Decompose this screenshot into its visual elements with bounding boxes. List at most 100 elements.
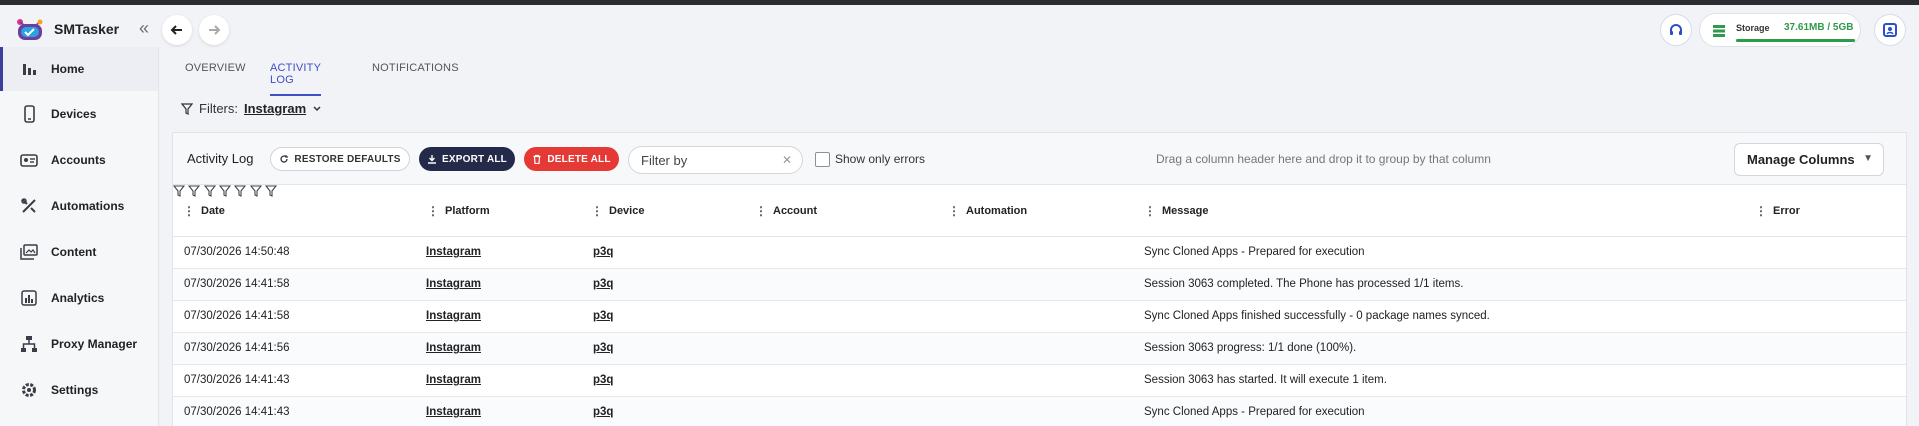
column-header-message[interactable]: ⋮ Message — [1144, 185, 1444, 237]
storage-bar-fill — [1736, 39, 1855, 42]
restore-defaults-label: RESTORE DEFAULTS — [294, 153, 401, 165]
device-link[interactable]: p3q — [593, 406, 613, 418]
table-row[interactable]: 07/30/2026 14:41:43 Instagram p3q Sessio… — [173, 365, 1906, 397]
profile-button[interactable] — [1874, 14, 1906, 46]
date-cell: 07/30/2026 14:41:56 — [184, 342, 290, 354]
restore-defaults-button[interactable]: RESTORE DEFAULTS — [270, 147, 410, 171]
sidebar-item-label: Analytics — [51, 291, 105, 305]
device-link[interactable]: p3q — [593, 278, 613, 290]
show-errors-checkbox[interactable] — [815, 152, 830, 167]
sidebar-item-accounts[interactable]: Accounts — [0, 138, 158, 182]
delete-all-button[interactable]: DELETE ALL — [524, 147, 619, 171]
sidebar-item-label: Automations — [51, 199, 125, 213]
support-button[interactable] — [1660, 14, 1692, 46]
device-link[interactable]: p3q — [593, 246, 613, 258]
message-cell: Sync Cloned Apps - Prepared for executio… — [1144, 246, 1365, 258]
platform-link[interactable]: Instagram — [426, 374, 481, 386]
trash-icon — [533, 154, 541, 164]
column-header-label: Date — [201, 205, 225, 217]
table-row[interactable]: 07/30/2026 14:41:58 Instagram p3q Sessio… — [173, 269, 1906, 301]
column-header-account[interactable]: ⋮ Account — [755, 185, 915, 237]
column-header-label: Error — [1773, 205, 1800, 217]
collapse-sidebar-icon[interactable]: « — [139, 18, 149, 39]
column-menu-icon[interactable]: ⋮ — [591, 204, 603, 218]
delete-all-label: DELETE ALL — [547, 153, 611, 165]
device-link[interactable]: p3q — [593, 342, 613, 354]
column-header-label: Device — [609, 205, 645, 217]
manage-columns-button[interactable]: Manage Columns ▼ — [1734, 143, 1884, 176]
filters-value: Instagram — [244, 101, 307, 116]
forward-button[interactable] — [199, 15, 229, 45]
table-row[interactable]: 07/30/2026 14:50:48 Instagram p3q Sync C… — [173, 237, 1906, 269]
sidebar-item-label: Content — [51, 245, 97, 259]
storage-label: Storage — [1736, 23, 1770, 33]
platform-link[interactable]: Instagram — [426, 278, 481, 290]
tab-notifications[interactable]: NOTIFICATIONS — [372, 62, 459, 82]
sidebar-item-label: Home — [51, 62, 85, 76]
column-header-label: Message — [1162, 205, 1209, 217]
platform-link[interactable]: Instagram — [426, 246, 481, 258]
show-errors-label: Show only errors — [835, 152, 926, 166]
sidebar-item-content[interactable]: Content — [0, 230, 158, 274]
device-link[interactable]: p3q — [593, 310, 613, 322]
tab-activity-log[interactable]: ACTIVITY LOG — [270, 62, 321, 96]
sidebar-item-home[interactable]: Home — [0, 47, 158, 91]
date-cell: 07/30/2026 14:41:58 — [184, 310, 290, 322]
sidebar-item-label: Settings — [51, 383, 99, 397]
filter-icon — [181, 102, 193, 115]
arrow-left-icon — [170, 25, 182, 35]
table-header: ⋮ Date ⋮ Platform ⋮ Device ⋮ Account ⋮ Automa… — [172, 185, 1906, 237]
platform-link[interactable]: Instagram — [426, 310, 481, 322]
sidebar-item-devices[interactable]: Devices — [0, 92, 158, 136]
table-row[interactable]: 07/30/2026 14:41:58 Instagram p3q Sync C… — [173, 301, 1906, 333]
storage-indicator[interactable]: Storage 37.61MB / 5GB — [1699, 13, 1861, 47]
group-by-drop-zone[interactable]: Drag a column header here and drop it to… — [1156, 152, 1491, 166]
column-header-date[interactable]: ⋮ Date — [183, 185, 400, 237]
download-icon — [428, 155, 437, 164]
sidebar-item-proxy-manager[interactable]: Proxy Manager — [0, 322, 158, 366]
column-menu-icon[interactable]: ⋮ — [948, 204, 960, 218]
table-row[interactable]: 07/30/2026 14:41:43 Instagram p3q Sync C… — [173, 397, 1906, 426]
platform-link[interactable]: Instagram — [426, 406, 481, 418]
column-header-label: Platform — [445, 205, 490, 217]
app-logo — [12, 14, 48, 42]
user-card-icon — [1883, 23, 1897, 37]
chevron-down-icon — [313, 105, 321, 111]
column-menu-icon[interactable]: ⋮ — [755, 204, 767, 218]
column-menu-icon[interactable]: ⋮ — [1755, 204, 1767, 218]
message-cell: Session 3063 has started. It will execut… — [1144, 374, 1387, 386]
column-header-platform[interactable]: ⋮ Platform — [427, 185, 587, 237]
clear-icon[interactable]: ✕ — [782, 153, 792, 167]
column-menu-icon[interactable]: ⋮ — [183, 204, 195, 218]
sidebar-item-settings[interactable]: Settings — [0, 368, 158, 412]
sidebar-item-analytics[interactable]: Analytics — [0, 276, 158, 320]
column-header-automation[interactable]: ⋮ Automation — [948, 185, 1108, 237]
top-bar: SMTasker « Storage 37.61MB / 5GB — [0, 5, 1919, 47]
sidebar-item-label: Proxy Manager — [51, 337, 138, 351]
network-icon — [18, 333, 40, 355]
sidebar: Home Devices Accounts Automations Conten… — [0, 47, 159, 426]
date-cell: 07/30/2026 14:41:58 — [184, 278, 290, 290]
column-header-error[interactable]: ⋮ Error — [1755, 185, 1855, 237]
sidebar-item-label: Devices — [51, 107, 97, 121]
back-button[interactable] — [162, 15, 192, 45]
export-all-button[interactable]: EXPORT ALL — [419, 147, 515, 171]
platform-link[interactable]: Instagram — [426, 342, 481, 354]
refresh-icon — [280, 155, 289, 163]
manage-columns-label: Manage Columns — [1747, 152, 1855, 167]
sidebar-item-automations[interactable]: Automations — [0, 184, 158, 228]
table-row[interactable]: 07/30/2026 14:41:56 Instagram p3q Sessio… — [173, 333, 1906, 365]
column-menu-icon[interactable]: ⋮ — [427, 204, 439, 218]
filters-selector[interactable]: Filters: Instagram — [181, 101, 322, 116]
column-menu-icon[interactable]: ⋮ — [1144, 204, 1156, 218]
column-header-device[interactable]: ⋮ Device — [591, 185, 751, 237]
device-link[interactable]: p3q — [593, 374, 613, 386]
filters-label: Filters: — [199, 101, 238, 116]
message-cell: Sync Cloned Apps finished successfully -… — [1144, 310, 1490, 322]
analytics-icon — [18, 287, 40, 309]
message-cell: Session 3063 completed. The Phone has pr… — [1144, 278, 1464, 290]
column-header-label: Automation — [966, 205, 1028, 217]
gear-icon — [18, 379, 40, 401]
filter-by-input[interactable]: Filter by ✕ — [628, 146, 803, 174]
tab-overview[interactable]: OVERVIEW — [185, 62, 246, 82]
